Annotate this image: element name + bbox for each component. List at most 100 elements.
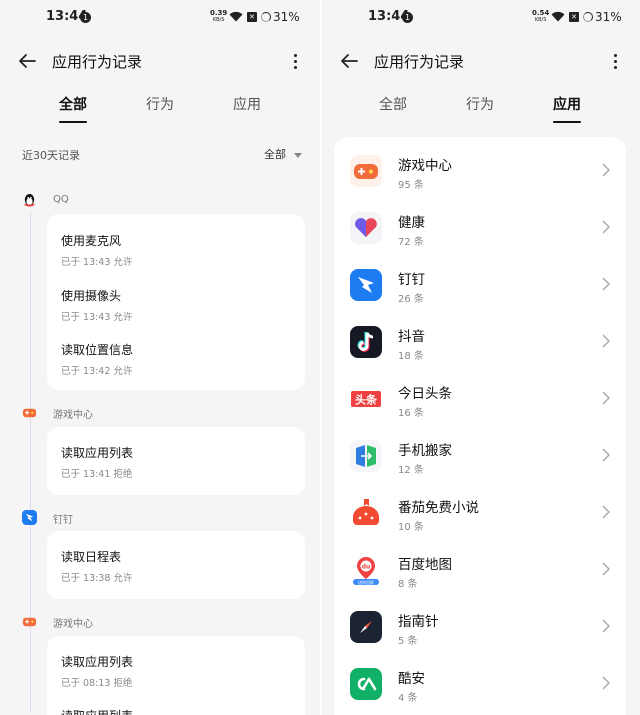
all-records-screen: 13:44 1 0.39 KB/S ✕ 31% 应用行为记录 全部 行为 应用 近… [0,0,320,715]
app-name: 番茄免费小说 [398,500,479,516]
tab-all[interactable]: 全部 [43,94,103,123]
filter-dropdown[interactable]: 全部 [264,146,302,162]
record-count: 4 条 [398,693,418,704]
record-meta: 已于 08:13 拒绝 [61,678,133,689]
status-bar: 13:44 1 0.39 KB/S ✕ 31% [0,0,320,36]
battery-ring-icon [583,12,593,22]
app-name: 指南针 [398,614,439,630]
network-speed: 0.54 KB/S [532,9,550,24]
app-row[interactable]: 游戏中心 95 条 [334,147,626,204]
chevron-right-icon [602,334,610,348]
notification-badge: 1 [80,12,91,23]
app-row[interactable]: 指南针 5 条 [334,603,626,660]
status-bar: 13:44 1 0.54 KB/S ✕ 31% [322,0,640,36]
chevron-right-icon [602,619,610,633]
page-title: 应用行为记录 [374,53,465,71]
app-name: 百度地图 [398,557,452,573]
battery-percent: 31% [595,10,622,24]
record-action: 读取位置信息 [61,343,134,357]
record-action: 读取应用列表 [61,655,134,669]
record-item[interactable]: 使用麦克风 已于 13:43 允许 [61,232,132,268]
app-row[interactable]: du 送你回家 百度地图 8 条 [334,546,626,603]
record-meta: 已于 13:42 允许 [61,366,133,377]
record-meta: 已于 13:41 拒绝 [61,469,133,480]
filter-value: 全部 [264,148,286,161]
svg-text:送你回家: 送你回家 [358,579,374,585]
record-item[interactable]: 读取日程表 已于 13:38 允许 [61,548,132,584]
chevron-right-icon [602,448,610,462]
network-speed: 0.39 KB/S [210,9,228,24]
apps-screen: 13:44 1 0.54 KB/S ✕ 31% 应用行为记录 全部 行为 应用 游… [322,0,640,715]
chevron-right-icon [602,220,610,234]
back-arrow-icon[interactable] [16,50,38,72]
record-count: 5 条 [398,636,418,647]
chevron-right-icon [602,163,610,177]
app-header: 应用行为记录 [322,44,640,78]
chevron-right-icon [602,391,610,405]
tomato-novel-icon [350,497,382,529]
record-count: 10 条 [398,522,424,533]
app-row[interactable]: 手机搬家 12 条 [334,432,626,489]
toutiao-icon: 头条 [350,383,382,415]
battery-ring-icon [261,12,271,22]
tab-behavior[interactable]: 行为 [450,94,510,114]
app-row[interactable]: 抖音 18 条 [334,318,626,375]
record-action: 读取应用列表 [61,446,134,460]
record-item[interactable]: 读取应用列表 已于 08:13 拒绝 [61,653,133,689]
baidu-map-icon: du 送你回家 [350,554,382,586]
app-row[interactable]: 钉钉 26 条 [334,261,626,318]
game-center-icon [350,155,382,187]
app-list: 游戏中心 95 条 健康 72 条 钉钉 26 条 抖音 18 条 头条 今日头… [334,137,626,715]
app-name: 钉钉 [398,272,425,288]
group-app-name: 游戏中心 [53,619,93,630]
game-center-icon [22,408,37,418]
group-app-name: QQ [53,194,69,205]
page-title: 应用行为记录 [52,53,143,71]
tab-bar: 全部 行为 应用 [0,92,320,126]
more-options-icon[interactable] [612,52,618,70]
tab-all[interactable]: 全部 [363,94,423,114]
record-meta: 已于 13:43 允许 [61,257,133,268]
app-row[interactable]: 健康 72 条 [334,204,626,261]
sim-off-icon: ✕ [569,12,579,22]
compass-icon [350,611,382,643]
record-item[interactable]: 读取位置信息 已于 13:42 允许 [61,341,133,377]
wifi-icon [229,11,243,22]
tab-apps[interactable]: 应用 [537,94,597,123]
record-meta: 已于 13:43 允许 [61,312,133,323]
chevron-right-icon [602,277,610,291]
app-row[interactable]: 头条 今日头条 16 条 [334,375,626,432]
tab-apps[interactable]: 应用 [217,94,277,114]
sim-off-icon: ✕ [247,12,257,22]
record-card: 读取应用列表 已于 13:41 拒绝 [47,427,305,495]
record-count: 72 条 [398,237,424,248]
record-action: 使用摄像头 [61,289,122,303]
back-arrow-icon[interactable] [338,50,360,72]
dingtalk-icon [22,510,37,525]
app-row[interactable]: 酷安 4 条 [334,660,626,715]
chevron-down-icon [294,152,302,158]
tab-bar: 全部 行为 应用 [322,92,640,126]
record-item[interactable]: 读取应用列表 已于 13:41 拒绝 [61,444,133,480]
app-name: 游戏中心 [398,158,452,174]
record-meta: 已于 13:38 允许 [61,573,133,584]
record-action: 读取应用列表 [61,707,133,715]
record-item[interactable]: 读取应用列表 [61,707,133,715]
more-options-icon[interactable] [292,52,298,70]
record-item[interactable]: 使用摄像头 已于 13:43 允许 [61,287,132,323]
health-heart-icon [350,212,382,244]
record-count: 16 条 [398,408,424,419]
svg-text:头条: 头条 [355,393,378,407]
app-name: 手机搬家 [398,443,452,459]
group-app-name: 游戏中心 [53,410,93,421]
tab-behavior[interactable]: 行为 [130,94,190,114]
phone-clone-icon [350,440,382,472]
app-header: 应用行为记录 [0,44,320,78]
record-count: 8 条 [398,579,418,590]
wifi-icon [551,11,565,22]
app-name: 酷安 [398,671,425,687]
app-row[interactable]: 番茄免费小说 10 条 [334,489,626,546]
record-card: 使用麦克风 已于 13:43 允许 使用摄像头 已于 13:43 允许 读取位置… [47,214,305,390]
chevron-right-icon [602,676,610,690]
timeline-line [30,212,31,712]
